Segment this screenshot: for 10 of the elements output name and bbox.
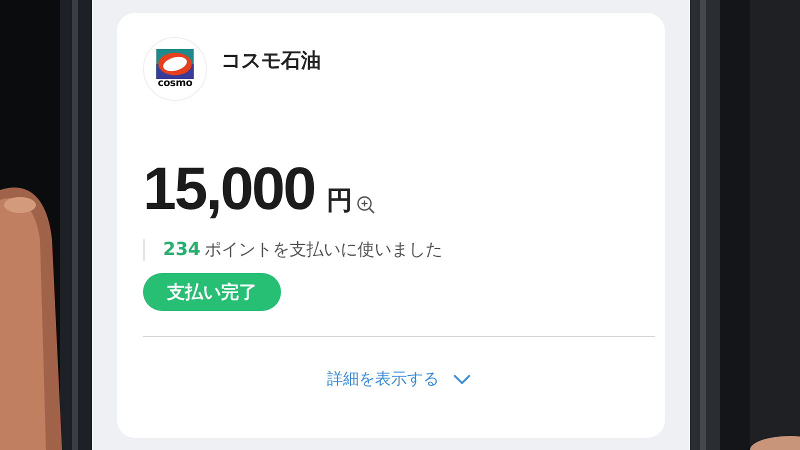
merchant-name: コスモ石油 [221,47,321,74]
merchant-logo: cosmo [143,37,207,101]
payment-amount: 15,000 [143,159,315,219]
currency-unit: 円 [326,185,353,218]
show-details-link[interactable]: 詳細を表示する [327,369,439,390]
points-value: 234 [163,239,201,261]
status-badge: 支払い完了 [143,273,281,311]
points-text: ポイントを支払いに使いました [204,239,443,261]
zoom-in-icon[interactable] [356,195,376,215]
chevron-down-icon[interactable] [453,374,471,385]
